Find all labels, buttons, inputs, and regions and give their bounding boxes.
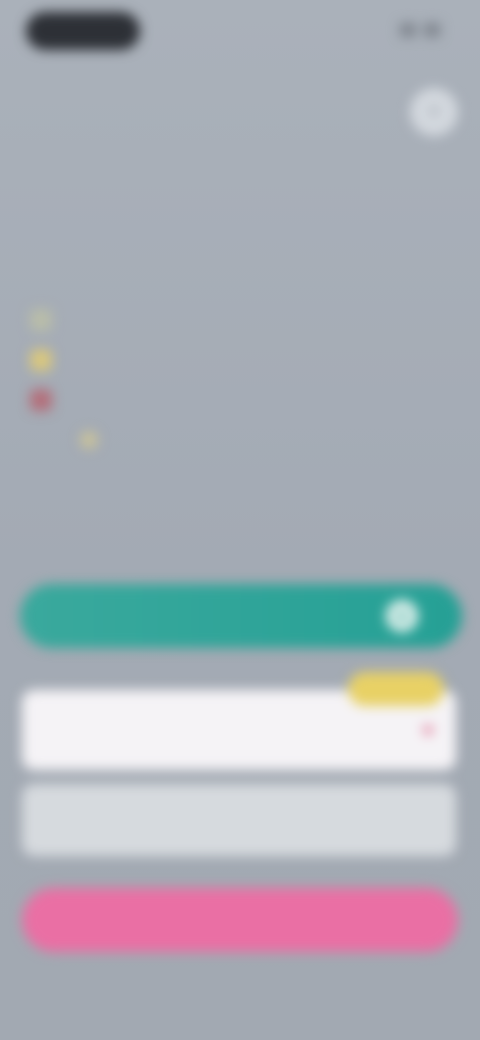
feature-list (30, 300, 390, 460)
coin-icon (30, 349, 52, 371)
plus-icon: + (386, 600, 418, 632)
star-icon (30, 309, 52, 331)
feature-item (30, 380, 390, 420)
blurred-content: × + ♥ (0, 0, 480, 1040)
battery-icon (424, 23, 440, 37)
screen: × + ♥ (0, 0, 480, 1040)
primary-action-button[interactable]: + (20, 584, 462, 648)
text-input[interactable] (22, 784, 456, 856)
status-icons (380, 20, 440, 40)
submit-button[interactable] (22, 888, 458, 952)
signal-icon (400, 23, 416, 37)
promo-card[interactable]: ♥ (22, 672, 456, 770)
brand-logo (26, 12, 140, 50)
close-button[interactable]: × (410, 88, 458, 136)
heart-icon (30, 389, 52, 411)
heart-icon: ♥ (422, 720, 434, 742)
feature-item (30, 300, 390, 340)
feature-item (30, 340, 390, 380)
info-icon (80, 431, 98, 449)
link-icon (30, 429, 52, 451)
promo-badge (348, 672, 444, 706)
feature-link[interactable] (30, 420, 390, 460)
